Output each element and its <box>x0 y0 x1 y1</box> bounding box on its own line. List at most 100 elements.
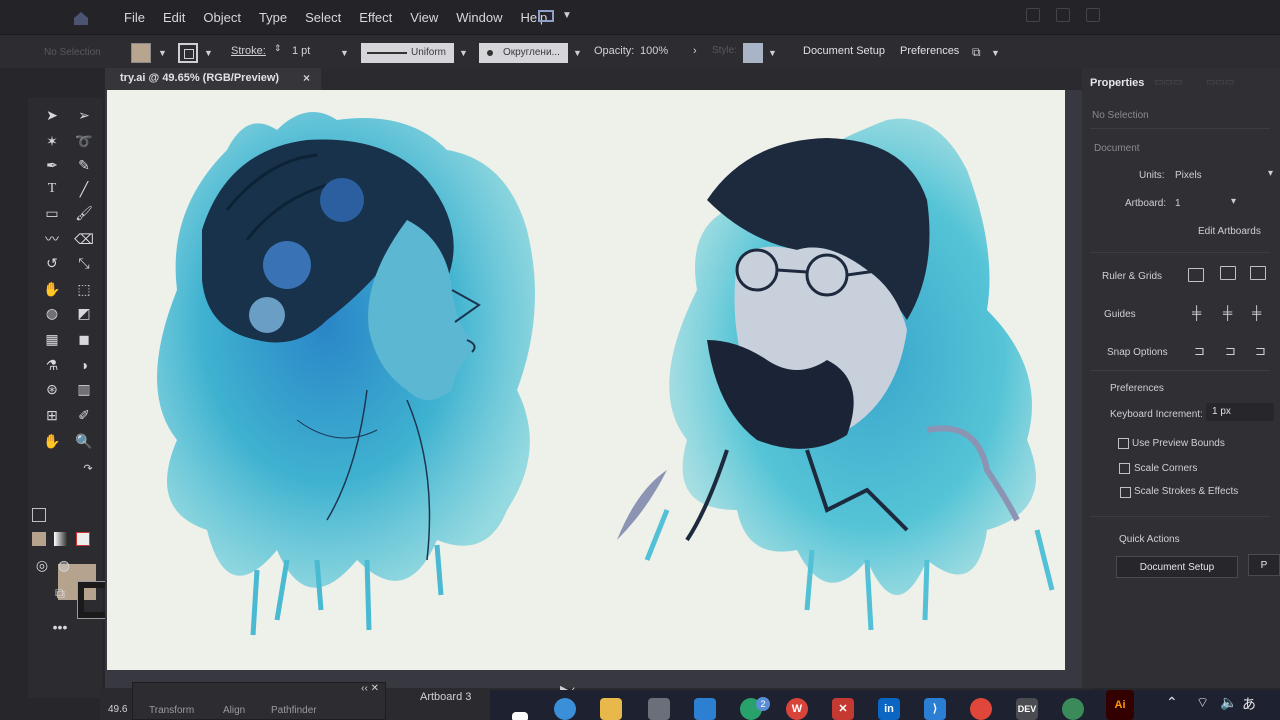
graphic-style-swatch[interactable] <box>743 43 763 63</box>
chevron-down-icon[interactable]: ▼ <box>204 48 213 58</box>
language-icon[interactable]: あ <box>1242 694 1256 714</box>
variable-width-profile[interactable]: Uniform <box>361 43 454 63</box>
curvature-tool-icon[interactable]: ✎ <box>74 156 94 174</box>
chevron-down-icon[interactable]: ▼ <box>991 48 1000 58</box>
properties-title[interactable]: Properties <box>1090 77 1144 89</box>
zoom-tool-icon[interactable]: 🔍 <box>74 432 94 450</box>
none-mode-icon[interactable] <box>76 532 90 546</box>
stroke-swatch[interactable] <box>178 43 198 63</box>
task-view-icon[interactable] <box>512 712 528 720</box>
chevron-up-icon[interactable]: ⌃ <box>1166 694 1178 711</box>
artboard-tool-icon[interactable]: ⊞ <box>42 406 62 424</box>
eraser-tool-icon[interactable]: ⌫ <box>74 230 94 248</box>
column-graph-icon[interactable]: ▥ <box>74 380 94 398</box>
warp-tool-icon[interactable]: ✋ <box>42 280 62 298</box>
more-tools-icon[interactable]: ••• <box>50 618 70 636</box>
canvas-area[interactable] <box>105 90 1090 690</box>
rectangle-tool-icon[interactable]: ▭ <box>42 204 62 222</box>
lock-guides-icon[interactable]: ╪ <box>1223 305 1232 320</box>
layers-tab[interactable]: ▭▭▭ <box>1154 77 1182 88</box>
devcpp-icon[interactable]: DEV <box>1016 698 1038 720</box>
wifi-icon[interactable]: ⌔ <box>1196 694 1209 712</box>
snap-to-glyph-icon[interactable]: ⊐ <box>1255 343 1266 359</box>
default-colors-icon[interactable] <box>32 508 46 522</box>
magic-wand-icon[interactable]: ✶ <box>42 132 62 150</box>
mesh-tool-icon[interactable]: ◼ <box>74 330 94 348</box>
guides-icon[interactable]: ╪ <box>1192 305 1201 320</box>
menu-edit[interactable]: Edit <box>163 10 185 25</box>
snap-to-point-icon[interactable]: ⊐ <box>1194 343 1205 359</box>
word-icon[interactable]: W <box>786 698 808 720</box>
hand-tool-icon[interactable]: ✋ <box>42 432 62 450</box>
tab-align[interactable]: Align <box>223 705 245 716</box>
home-icon[interactable] <box>72 10 90 26</box>
tab-pathfinder[interactable]: Pathfinder <box>271 705 317 716</box>
edit-artboards-button[interactable]: Edit Artboards <box>1198 226 1261 237</box>
preferences-button[interactable]: Preferences <box>900 45 959 57</box>
mail-icon[interactable] <box>694 698 716 720</box>
close-icon[interactable]: × <box>303 71 310 85</box>
lasso-tool-icon[interactable]: ➰ <box>74 132 94 150</box>
workspace-switcher-icon[interactable] <box>538 10 554 22</box>
collapse-close-icons[interactable]: ‹‹ ✕ <box>361 683 379 694</box>
libraries-tab[interactable]: ▭▭▭ <box>1206 77 1234 88</box>
ruler-icon[interactable] <box>1188 268 1204 282</box>
artboard-dropdown[interactable]: 1 <box>1175 198 1181 209</box>
slice-tool-icon[interactable]: ✐ <box>74 406 94 424</box>
document-tab[interactable]: try.ai @ 49.65% (RGB/Preview) × <box>105 68 321 90</box>
direct-selection-tool-icon[interactable]: ➢ <box>74 106 94 124</box>
change-screen-mode-icon[interactable]: ⧉ <box>50 584 70 602</box>
keyboard-increment-input[interactable]: 1 px <box>1206 403 1274 421</box>
scale-strokes-checkbox[interactable] <box>1120 487 1131 498</box>
arrange-documents-icon[interactable] <box>1026 8 1040 22</box>
chevron-down-icon[interactable]: ▼ <box>562 10 572 21</box>
pen-tool-icon[interactable]: ✒ <box>42 156 62 174</box>
chevron-down-icon[interactable]: ▼ <box>340 48 349 58</box>
search-icon[interactable] <box>1086 8 1100 22</box>
chrome-icon[interactable] <box>970 698 992 720</box>
artboard[interactable] <box>107 90 1065 670</box>
document-setup-button[interactable]: Document Setup <box>1116 556 1238 578</box>
color-mode-icon[interactable] <box>32 532 46 546</box>
shaper-tool-icon[interactable]: 〰 <box>42 230 62 248</box>
menu-select[interactable]: Select <box>305 10 341 25</box>
document-setup-button[interactable]: Document Setup <box>803 45 885 57</box>
fill-swatch[interactable] <box>131 43 151 63</box>
menu-window[interactable]: Window <box>456 10 502 25</box>
swap-colors-icon[interactable]: ↷ <box>78 460 98 478</box>
units-dropdown[interactable]: Pixels <box>1175 170 1202 181</box>
use-preview-bounds-checkbox[interactable] <box>1118 438 1129 449</box>
vscode-icon[interactable]: ⟩ <box>924 698 946 720</box>
free-transform-icon[interactable]: ⬚ <box>74 280 94 298</box>
gradient-mode-icon[interactable] <box>54 532 68 546</box>
volume-icon[interactable]: 🔈 <box>1220 694 1237 711</box>
screen-mode-icon[interactable]: ◍ <box>54 556 74 574</box>
chevron-right-icon[interactable]: › <box>693 45 697 57</box>
browser-icon[interactable] <box>1062 698 1084 720</box>
blend-tool-icon[interactable]: ◑ <box>74 356 94 374</box>
chevron-down-icon[interactable]: ▼ <box>158 48 167 58</box>
file-explorer-icon[interactable] <box>600 698 622 720</box>
eyedropper-icon[interactable]: ⚗ <box>42 356 62 374</box>
edge-icon[interactable] <box>554 698 576 720</box>
smart-guides-icon[interactable]: ╪ <box>1252 305 1261 320</box>
selection-tool-icon[interactable]: ➤ <box>42 106 62 124</box>
menu-effect[interactable]: Effect <box>359 10 392 25</box>
pdf-icon[interactable]: ✕ <box>832 698 854 720</box>
scale-tool-icon[interactable]: ⤡ <box>74 254 94 272</box>
scale-corners-checkbox[interactable] <box>1119 463 1130 474</box>
chevron-down-icon[interactable]: ▾ <box>1231 196 1236 207</box>
rotate-tool-icon[interactable]: ↺ <box>42 254 62 272</box>
arrange-icon[interactable]: ⧉ <box>972 45 981 60</box>
menu-object[interactable]: Object <box>203 10 241 25</box>
chevron-down-icon[interactable]: ▼ <box>768 48 777 58</box>
paintbrush-tool-icon[interactable]: 🖌 <box>74 204 94 222</box>
lightbulb-icon[interactable] <box>1056 8 1070 22</box>
live-paint-icon[interactable]: ◩ <box>74 304 94 322</box>
artboard-navigator[interactable]: Artboard 3 <box>420 691 471 703</box>
stepper-icon[interactable]: ⇕ <box>274 43 282 54</box>
menu-file[interactable]: File <box>124 10 145 25</box>
stroke-label[interactable]: Stroke: <box>231 45 266 57</box>
chevron-down-icon[interactable]: ▾ <box>1268 168 1273 179</box>
store-icon[interactable] <box>648 698 670 720</box>
